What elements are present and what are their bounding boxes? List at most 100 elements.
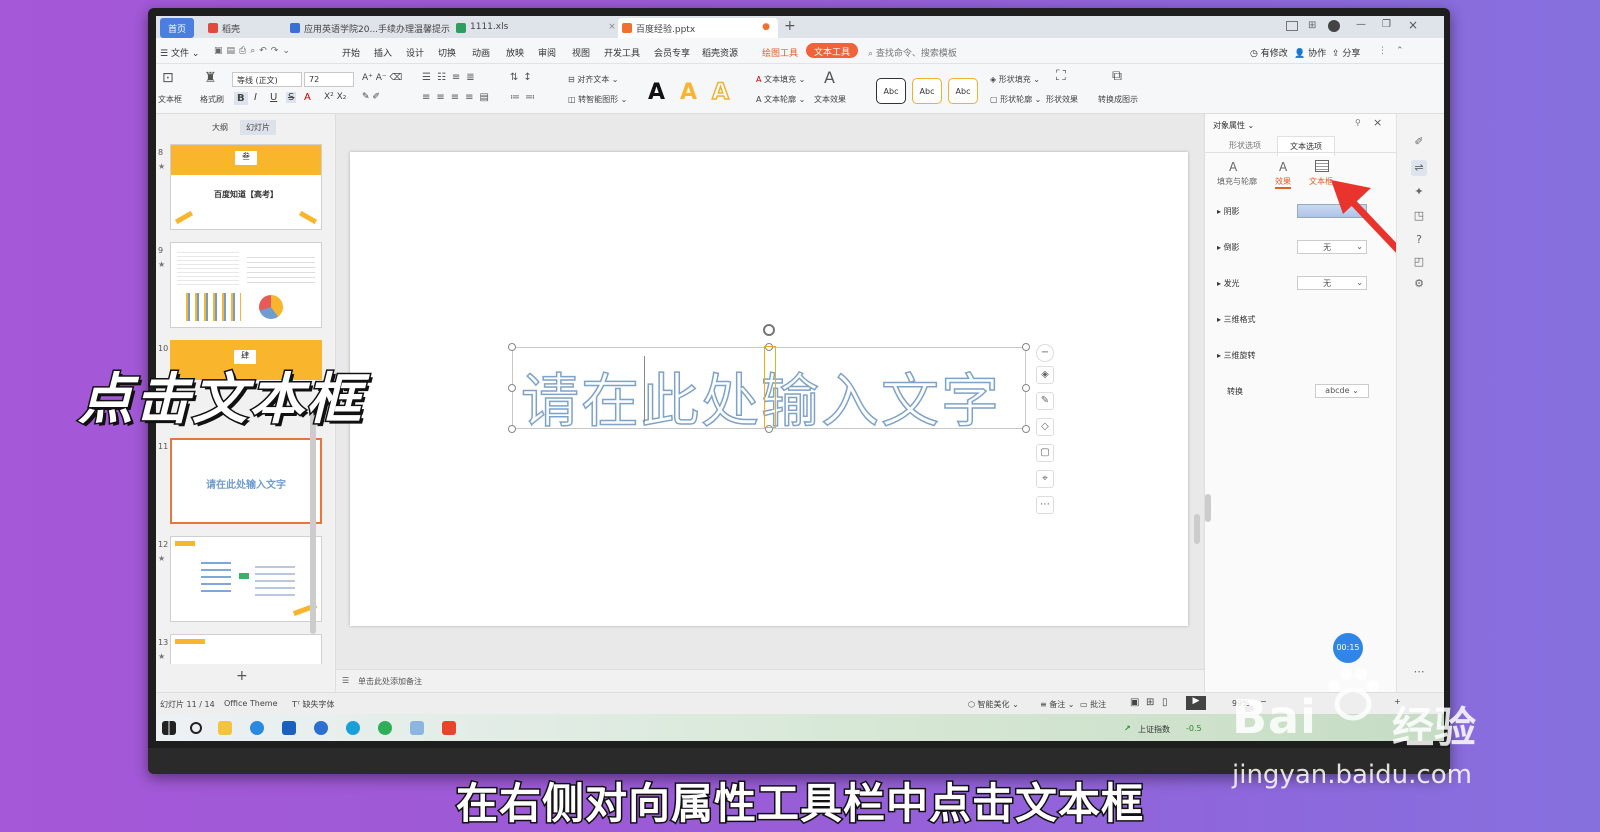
textbox-icon[interactable]: ⊡ (162, 70, 174, 86)
menu-start[interactable]: 开始 (342, 46, 360, 59)
text-effect-button[interactable]: 文本效果 (814, 94, 846, 105)
text-outline-button[interactable]: A 文本轮廓 ⌄ (756, 94, 805, 105)
close-panel-icon[interactable]: × (1373, 116, 1382, 129)
collapse-float-icon[interactable]: − (1036, 344, 1054, 362)
selection-icon[interactable]: ◳ (1411, 208, 1427, 224)
minimize-icon[interactable]: — (1356, 19, 1366, 30)
convert-graphic-button[interactable]: 转换成图示 (1098, 94, 1138, 105)
menu-member[interactable]: 会员专享 (654, 46, 690, 59)
resize-handle[interactable] (1022, 343, 1030, 351)
text-options-tab[interactable]: 文本选项 (1277, 136, 1335, 156)
collaborate-button[interactable]: 👤 协作 (1294, 46, 1326, 59)
normal-view-icon[interactable]: ▣ (1130, 697, 1139, 708)
3d-format-row[interactable]: ▸ 三维格式 (1217, 314, 1256, 325)
outline-tab[interactable]: 大纲 (212, 122, 228, 133)
app-icon[interactable] (410, 721, 424, 735)
menu-review[interactable]: 审阅 (538, 46, 556, 59)
glow-row[interactable]: ▸ 发光 (1217, 278, 1240, 289)
notes-bar[interactable]: ☰ 单击此处添加备注 (336, 669, 1204, 692)
bold-button[interactable]: B (234, 92, 248, 105)
resize-handle[interactable] (1022, 384, 1030, 392)
rotate-handle-icon[interactable] (763, 324, 775, 336)
reflection-row[interactable]: ▸ 倒影 (1217, 242, 1240, 253)
align-icons[interactable]: ≡≡≡≡▤ (422, 92, 495, 103)
shape-effect-button[interactable]: 形状效果 (1046, 94, 1078, 105)
resize-handle[interactable] (508, 425, 516, 433)
pen-icon[interactable]: ✎ (1036, 392, 1054, 410)
menu-design[interactable]: 设计 (406, 46, 424, 59)
play-icon[interactable]: ▶ (1186, 696, 1206, 710)
menu-transition[interactable]: 切换 (438, 46, 456, 59)
explorer-icon[interactable] (218, 721, 232, 735)
tab-home[interactable]: 首页 (160, 18, 195, 38)
font-name-select[interactable]: 等线 (正文) (232, 72, 302, 87)
transform-select[interactable]: abcde ⌄ (1315, 384, 1369, 398)
font-size-adjust-icons[interactable]: A⁺ A⁻ ⌫ (362, 73, 402, 83)
menu-text-tools[interactable]: 文本工具 (806, 43, 859, 58)
app-icon[interactable] (378, 721, 392, 735)
missing-font-button[interactable]: Tᵀ 缺失字体 (292, 699, 335, 710)
settings-icon[interactable]: ⚙ (1411, 276, 1427, 292)
more-icon[interactable]: ⋮ (1378, 46, 1387, 56)
search-icon[interactable] (190, 722, 202, 734)
menu-insert[interactable]: 插入 (374, 46, 392, 59)
menu-developer[interactable]: 开发工具 (604, 46, 640, 59)
shape-style-2[interactable]: Abc (912, 78, 942, 104)
align-text-button[interactable]: ⊟ 对齐文本 ⌄ (568, 74, 619, 85)
restore-icon[interactable]: ❐ (1382, 19, 1391, 30)
app-icon[interactable] (282, 721, 296, 735)
tab-excel[interactable]: 1111.xls × (452, 18, 624, 38)
format-painter-icon[interactable]: ♜ (204, 70, 217, 86)
help-icon[interactable]: ? (1411, 232, 1427, 248)
edge-icon[interactable] (346, 721, 360, 735)
superscript-button[interactable]: X² X₂ (324, 92, 346, 102)
location-icon[interactable]: ⌖ (1036, 470, 1054, 488)
sorter-view-icon[interactable]: ⊞ (1146, 697, 1154, 708)
layers-icon[interactable]: ◈ (1036, 366, 1054, 384)
tab-pptx[interactable]: 百度经验.pptx ● (618, 18, 778, 38)
slide-thumb-12[interactable] (170, 536, 322, 622)
tab-word-doc[interactable]: 应用英语学院20...手续办理温馨提示× (286, 18, 472, 38)
font-size-select[interactable]: 72 (304, 72, 354, 87)
spacing-icons[interactable]: ≔≕ (510, 92, 540, 103)
text-direction-icons[interactable]: ⇅↕ (510, 72, 537, 83)
menu-view[interactable]: 视图 (572, 46, 590, 59)
effect-tab[interactable]: 效果 (1275, 176, 1291, 189)
comments-button[interactable]: ▭ 批注 (1080, 699, 1106, 710)
shape-fill-button[interactable]: ◈ 形状填充 ⌄ (990, 74, 1040, 85)
format-painter-button[interactable]: 格式刷 (200, 94, 224, 105)
textbox-tab-icon[interactable] (1315, 160, 1329, 172)
list-icons[interactable]: ☰☷≡≣ (422, 72, 481, 83)
smart-shape-button[interactable]: ◫ 转智能图形 ⌄ (568, 94, 627, 105)
pin-icon[interactable]: ✦ (1411, 184, 1427, 200)
resize-handle[interactable] (1022, 425, 1030, 433)
close-icon[interactable]: × (608, 22, 616, 32)
underline-button[interactable]: U (270, 92, 277, 103)
brush-icon[interactable]: ✐ (1411, 134, 1427, 150)
thumbnail-scrollbar[interactable] (310, 414, 316, 634)
tab-daoke[interactable]: 稻壳 (204, 18, 248, 38)
strike-button[interactable]: S (286, 92, 297, 103)
fill-outline-icon[interactable]: A (1229, 160, 1237, 174)
resize-handle[interactable] (508, 384, 516, 392)
notes-button[interactable]: ≡ 备注 ⌄ (1040, 699, 1075, 710)
properties-icon[interactable]: ⇌ (1411, 160, 1427, 176)
text-style-black[interactable]: A (648, 80, 665, 105)
slide-thumb-8[interactable]: 叁 百度知道【高考】 (170, 144, 322, 230)
browser-icon[interactable] (250, 721, 264, 735)
collapse-ribbon-icon[interactable]: ⌃ (1396, 46, 1404, 56)
textbox-button[interactable]: 文本框 (158, 94, 182, 105)
app-icon[interactable] (314, 721, 328, 735)
menu-drawing-tools[interactable]: 绘图工具 (762, 46, 798, 59)
shape-style-1[interactable]: Abc (876, 78, 906, 104)
slide-thumb-9[interactable] (170, 242, 322, 328)
windows-start-icon[interactable] (162, 721, 176, 735)
add-slide-button[interactable]: + (236, 668, 248, 684)
pin-icon[interactable]: ⚲ (1355, 118, 1361, 127)
menu-animation[interactable]: 动画 (472, 46, 490, 59)
text-style-gold[interactable]: A (680, 80, 697, 105)
shadow-row[interactable]: ▸ 阴影 (1217, 206, 1240, 217)
backup-icon[interactable]: ◰ (1411, 254, 1427, 270)
fill-outline-tab[interactable]: 填充与轮廓 (1217, 176, 1257, 187)
command-search[interactable]: ⌕ 查找命令、搜索模板 (868, 46, 957, 59)
